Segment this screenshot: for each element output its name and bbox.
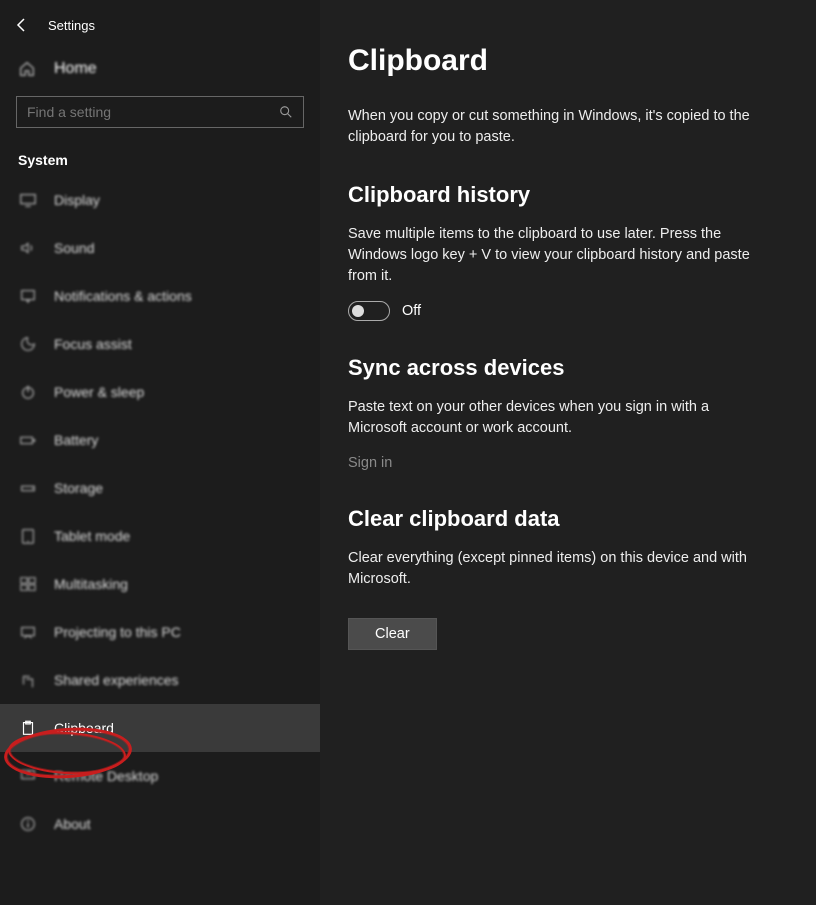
- about-icon: [18, 814, 38, 834]
- sync-heading: Sync across devices: [348, 355, 752, 381]
- sidebar-item-label: Remote Desktop: [54, 768, 158, 784]
- search-box[interactable]: [16, 96, 304, 128]
- history-text: Save multiple items to the clipboard to …: [348, 224, 752, 287]
- page-title: Clipboard: [348, 44, 752, 78]
- sidebar-section-label: System: [0, 140, 320, 176]
- sidebar-item-label: About: [54, 816, 91, 832]
- storage-icon: [18, 478, 38, 498]
- clear-text: Clear everything (except pinned items) o…: [348, 548, 752, 590]
- clear-heading: Clear clipboard data: [348, 506, 752, 532]
- back-icon[interactable]: [14, 17, 30, 33]
- signin-link[interactable]: Sign in: [348, 455, 392, 471]
- sidebar-item-shared-experiences[interactable]: Shared experiences: [0, 656, 320, 704]
- search-wrap: [0, 88, 320, 140]
- sidebar-item-focus-assist[interactable]: Focus assist: [0, 320, 320, 368]
- intro-text: When you copy or cut something in Window…: [348, 106, 752, 148]
- remote-desktop-icon: [18, 766, 38, 786]
- main-panel: Clipboard When you copy or cut something…: [320, 0, 816, 905]
- sidebar-item-projecting[interactable]: Projecting to this PC: [0, 608, 320, 656]
- sidebar-item-remote-desktop[interactable]: Remote Desktop: [0, 752, 320, 800]
- search-input[interactable]: [27, 104, 279, 120]
- sidebar-item-power-sleep[interactable]: Power & sleep: [0, 368, 320, 416]
- sound-icon: [18, 238, 38, 258]
- history-heading: Clipboard history: [348, 182, 752, 208]
- notifications-icon: [18, 286, 38, 306]
- history-toggle-row: Off: [348, 301, 752, 321]
- sidebar-item-label: Multitasking: [54, 576, 128, 592]
- sidebar: Settings Home System Display Sound Notif…: [0, 0, 320, 905]
- sidebar-header: Settings: [0, 0, 320, 50]
- shared-experiences-icon: [18, 670, 38, 690]
- multitasking-icon: [18, 574, 38, 594]
- sidebar-nav: Display Sound Notifications & actions Fo…: [0, 176, 320, 905]
- tablet-icon: [18, 526, 38, 546]
- home-label: Home: [54, 60, 97, 78]
- battery-icon: [18, 430, 38, 450]
- sync-text: Paste text on your other devices when yo…: [348, 397, 752, 439]
- sidebar-item-label: Tablet mode: [54, 528, 130, 544]
- sidebar-item-tablet-mode[interactable]: Tablet mode: [0, 512, 320, 560]
- focus-assist-icon: [18, 334, 38, 354]
- sidebar-item-label: Display: [54, 192, 100, 208]
- sidebar-item-label: Focus assist: [54, 336, 132, 352]
- sidebar-item-storage[interactable]: Storage: [0, 464, 320, 512]
- history-toggle-label: Off: [402, 303, 421, 319]
- search-icon: [279, 105, 293, 119]
- sidebar-item-clipboard[interactable]: Clipboard: [0, 704, 320, 752]
- power-icon: [18, 382, 38, 402]
- app-title: Settings: [48, 18, 95, 33]
- clear-button[interactable]: Clear: [348, 618, 437, 650]
- sidebar-item-notifications[interactable]: Notifications & actions: [0, 272, 320, 320]
- history-toggle[interactable]: [348, 301, 390, 321]
- sidebar-item-label: Clipboard: [54, 720, 114, 736]
- sidebar-home[interactable]: Home: [0, 50, 320, 88]
- sidebar-item-about[interactable]: About: [0, 800, 320, 848]
- sidebar-item-label: Projecting to this PC: [54, 624, 181, 640]
- sidebar-item-label: Battery: [54, 432, 98, 448]
- projecting-icon: [18, 622, 38, 642]
- sidebar-item-label: Sound: [54, 240, 94, 256]
- sidebar-item-label: Shared experiences: [54, 672, 179, 688]
- display-icon: [18, 190, 38, 210]
- clipboard-icon: [18, 718, 38, 738]
- sidebar-item-display[interactable]: Display: [0, 176, 320, 224]
- home-icon: [18, 60, 38, 78]
- sidebar-item-multitasking[interactable]: Multitasking: [0, 560, 320, 608]
- sidebar-item-sound[interactable]: Sound: [0, 224, 320, 272]
- sidebar-item-label: Power & sleep: [54, 384, 144, 400]
- sidebar-item-label: Notifications & actions: [54, 288, 192, 304]
- sidebar-item-label: Storage: [54, 480, 103, 496]
- sidebar-item-battery[interactable]: Battery: [0, 416, 320, 464]
